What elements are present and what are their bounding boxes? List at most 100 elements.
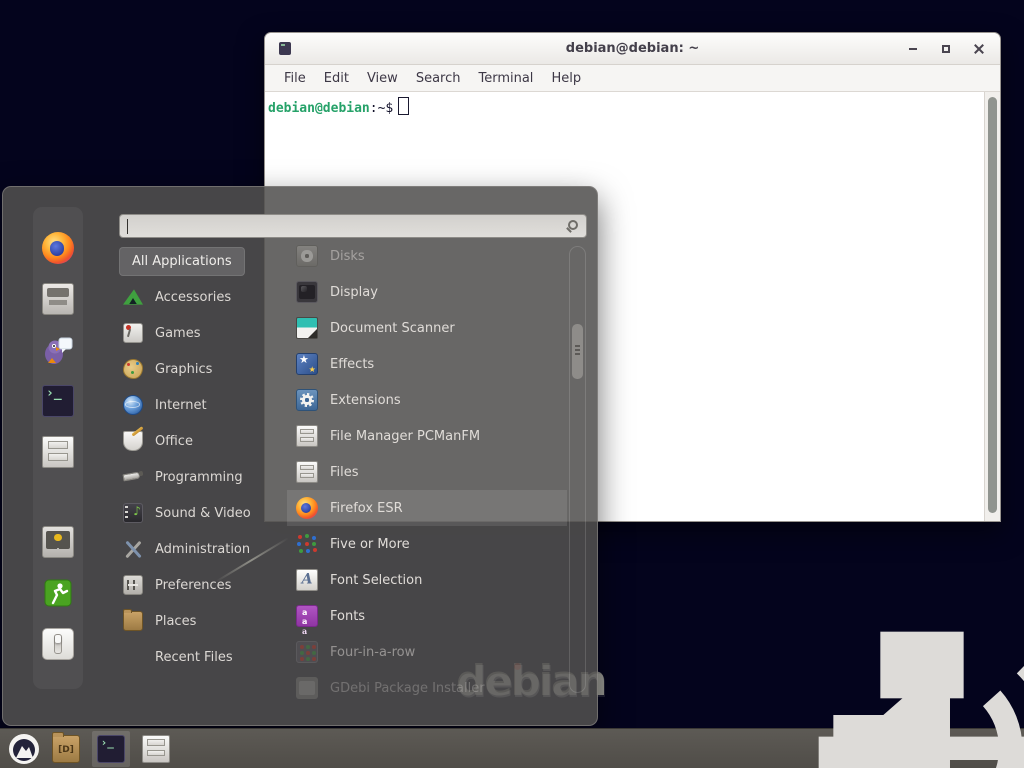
menu-logo-icon	[8, 733, 40, 765]
category-label: Programming	[155, 470, 243, 485]
four-in-a-row-icon	[296, 641, 318, 663]
app-item-label: Display	[330, 285, 378, 300]
cabinet-icon	[296, 461, 318, 483]
category-sound-and-video[interactable]: Sound & Video	[119, 495, 287, 531]
fonts-icon	[296, 605, 318, 627]
menubar-item-help[interactable]: Help	[542, 68, 590, 89]
app-item-file-manager-pcmanfm[interactable]: File Manager PCManFM	[287, 418, 567, 454]
category-label: Internet	[155, 398, 207, 413]
app-item-document-scanner[interactable]: Document Scanner	[287, 310, 567, 346]
favorite-logout[interactable]	[42, 577, 74, 609]
menubar-item-file[interactable]: File	[275, 68, 315, 89]
application-list: Disks Display Document Scanner EffectsExten…	[287, 238, 567, 708]
pidgin-icon	[42, 334, 74, 366]
favorite-terminal[interactable]	[42, 385, 74, 417]
text-caret	[127, 219, 128, 234]
close-icon	[974, 44, 984, 54]
terminal-scrollbar-handle[interactable]	[988, 97, 997, 513]
app-item-label: Four-in-a-row	[330, 645, 415, 660]
terminal-icon	[42, 385, 74, 417]
category-programming[interactable]: Programming	[119, 459, 287, 495]
prompt-path: :~$	[370, 101, 393, 116]
terminal-scrollbar[interactable]	[984, 92, 1000, 521]
app-item-files[interactable]: Files	[287, 454, 567, 490]
desktop-folder-button[interactable]	[52, 735, 80, 763]
category-office[interactable]: Office	[119, 423, 287, 459]
category-internet[interactable]: Internet	[119, 387, 287, 423]
menu-search-box[interactable]	[119, 214, 587, 238]
extensions-icon	[296, 389, 318, 411]
terminal-window-button[interactable]	[92, 731, 130, 767]
menu-button[interactable]	[8, 733, 40, 765]
cabinet-icon	[296, 425, 318, 447]
maximize-button[interactable]	[937, 40, 955, 58]
accessories-icon	[123, 287, 143, 307]
category-label: Administration	[155, 542, 250, 557]
app-item-extensions[interactable]: Extensions	[287, 382, 567, 418]
favorite-pidgin[interactable]	[42, 334, 74, 366]
app-item-label: Files	[330, 465, 359, 480]
menu-scrollbar-handle[interactable]	[572, 324, 583, 379]
terminal-window-icon	[279, 42, 291, 55]
favorite-software-manager[interactable]	[42, 283, 74, 315]
app-item-five-or-more[interactable]: Five or More	[287, 526, 567, 562]
favorite-screensaver[interactable]	[42, 526, 74, 558]
menubar-item-terminal[interactable]: Terminal	[469, 68, 542, 89]
app-item-label: Fonts	[330, 609, 365, 624]
font-selection-icon	[296, 569, 318, 591]
sound-video-icon	[123, 503, 143, 523]
menu-search-input[interactable]	[120, 215, 586, 237]
menubar-item-edit[interactable]: Edit	[315, 68, 358, 89]
app-item-firefox-esr[interactable]: Firefox ESR	[287, 490, 567, 526]
disks-icon	[296, 245, 318, 267]
minimize-button[interactable]	[904, 40, 922, 58]
category-preferences[interactable]: Preferences	[119, 567, 287, 603]
category-all-applications[interactable]: All Applications	[119, 247, 245, 276]
favorite-file-manager[interactable]	[42, 436, 74, 468]
terminal-cursor	[398, 97, 409, 115]
category-recent-files[interactable]: Recent Files	[119, 639, 287, 675]
category-games[interactable]: Games	[119, 315, 287, 351]
category-administration[interactable]: Administration	[119, 531, 287, 567]
app-item-font-selection[interactable]: Font Selection	[287, 562, 567, 598]
effects-icon	[296, 353, 318, 375]
app-item-label: File Manager PCManFM	[330, 429, 480, 444]
category-label: Sound & Video	[155, 506, 251, 521]
logout-icon	[42, 577, 74, 609]
desktop: debian debian@debian: ~ FileEditViewSear…	[0, 0, 1024, 768]
cabinet-icon	[142, 735, 170, 763]
category-label: Graphics	[155, 362, 212, 377]
app-item-display[interactable]: Display	[287, 274, 567, 310]
tray-volume[interactable]	[941, 741, 960, 757]
app-item-gdebi-package-installer[interactable]: GDebi Package Installer	[287, 670, 567, 706]
menubar-item-search[interactable]: Search	[407, 68, 470, 89]
favorites-rail	[33, 207, 83, 689]
application-menu: debian All ApplicationsAccessoriesGamesG…	[2, 186, 598, 726]
close-button[interactable]	[970, 40, 988, 58]
category-list: All Applications AccessoriesGames Graphics…	[119, 247, 287, 675]
firefox-icon	[296, 497, 318, 519]
app-item-disks[interactable]: Disks	[287, 238, 567, 274]
taskbar: 01:06	[0, 728, 1024, 768]
favorite-shutdown[interactable]	[42, 628, 74, 660]
category-icon-spacer	[123, 647, 143, 667]
app-item-label: Document Scanner	[330, 321, 455, 336]
category-places[interactable]: Places	[119, 603, 287, 639]
places-icon	[123, 611, 143, 631]
taskbar-tray: 01:06	[913, 741, 1016, 757]
menubar-item-view[interactable]: View	[358, 68, 407, 89]
category-accessories[interactable]: Accessories	[119, 279, 287, 315]
file-manager-button[interactable]	[142, 735, 170, 763]
volume-icon	[800, 615, 1024, 768]
app-item-effects[interactable]: Effects	[287, 346, 567, 382]
five-or-more-icon	[296, 533, 318, 555]
minimize-icon	[909, 48, 917, 50]
favorite-firefox[interactable]	[42, 232, 74, 264]
app-item-label: Disks	[330, 249, 365, 264]
app-item-fonts[interactable]: Fonts	[287, 598, 567, 634]
category-graphics[interactable]: Graphics	[119, 351, 287, 387]
app-item-four-in-a-row[interactable]: Four-in-a-row	[287, 634, 567, 670]
terminal-titlebar[interactable]: debian@debian: ~	[265, 33, 1000, 65]
programming-icon	[123, 467, 143, 487]
menu-scrollbar[interactable]	[569, 246, 586, 693]
